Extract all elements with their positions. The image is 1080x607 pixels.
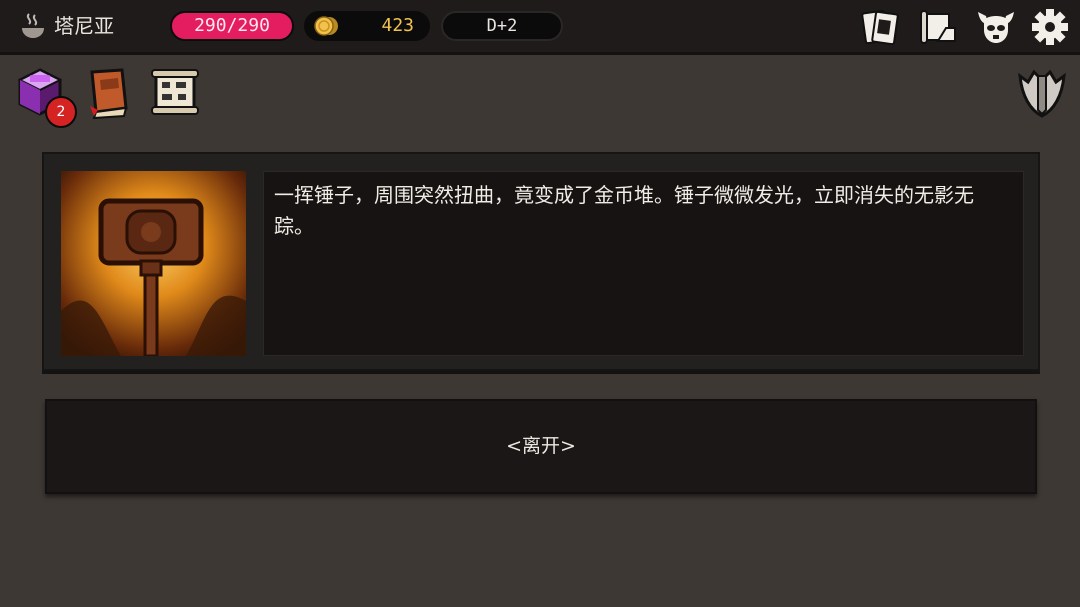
event-panel: 一挥锤子，周围突然扭曲，竟变成了金币堆。锤子微微发光，立即消失的无影无踪。 <box>42 152 1040 371</box>
map-scroll-icon[interactable] <box>918 8 958 46</box>
leave-button[interactable]: <离开> <box>45 399 1037 494</box>
gold-counter: 423 <box>304 11 430 41</box>
gold-value: 423 <box>381 15 414 36</box>
character-name: 塔尼亚 <box>54 14 114 38</box>
crest-shield-icon[interactable] <box>1016 66 1068 120</box>
coin-icon <box>314 16 338 36</box>
hp-counter: 290/290 <box>170 11 294 41</box>
quest-scroll-icon[interactable] <box>148 66 202 118</box>
golden-hammer-illustration <box>61 171 246 356</box>
top-bar: 塔尼亚 290/290 423 D+2 <box>0 0 1080 55</box>
demon-skull-icon[interactable] <box>976 8 1016 46</box>
event-description: 一挥锤子，周围突然扭曲，竟变成了金币堆。锤子微微发光，立即消失的无影无踪。 <box>263 171 1024 356</box>
cards-icon[interactable] <box>860 8 900 46</box>
spellbook-icon[interactable] <box>84 66 130 120</box>
day-counter: D+2 <box>441 11 563 41</box>
steam-bowl-icon <box>22 13 44 38</box>
item-count-badge: 2 <box>45 96 77 128</box>
gear-icon[interactable] <box>1030 8 1070 46</box>
